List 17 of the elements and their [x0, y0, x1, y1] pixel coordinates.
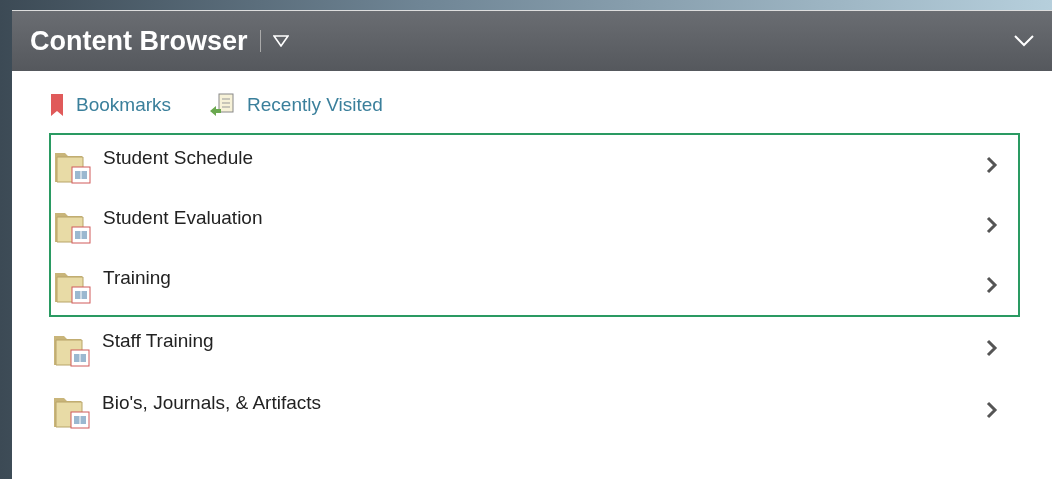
bookmark-icon	[50, 93, 64, 117]
folder-item[interactable]: Staff Training	[50, 317, 1018, 379]
collapse-chevron-icon[interactable]	[1014, 35, 1034, 47]
recently-visited-link[interactable]: Recently Visited	[209, 92, 383, 118]
chevron-right-icon	[986, 339, 998, 357]
chevron-right-icon	[986, 276, 998, 294]
document-arrow-icon	[209, 92, 236, 118]
chevron-right-icon	[986, 401, 998, 419]
chevron-right-icon	[986, 216, 998, 234]
bookmarks-link[interactable]: Bookmarks	[50, 93, 172, 117]
chevron-right-icon	[986, 156, 998, 174]
panel-title: Content Browser	[30, 25, 248, 57]
dropdown-triangle-icon[interactable]	[272, 35, 289, 47]
folder-item[interactable]: Bio's, Journals, & Artifacts	[50, 379, 1018, 441]
folder-item[interactable]: Student Evaluation	[51, 195, 1018, 255]
folder-item[interactable]: Training	[51, 255, 1018, 315]
folder-item[interactable]: Student Schedule	[51, 135, 1018, 195]
